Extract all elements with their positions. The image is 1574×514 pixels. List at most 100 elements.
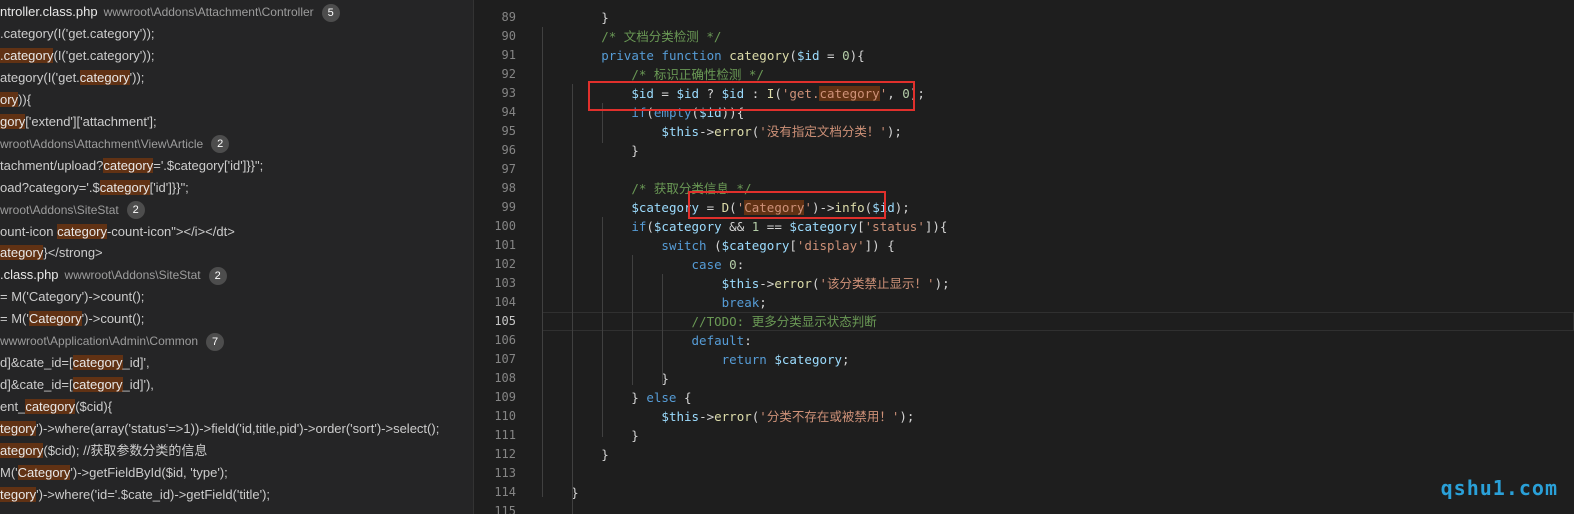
match-highlight: ategory xyxy=(0,443,44,458)
match-highlight: category xyxy=(72,355,123,371)
line-number: 114 xyxy=(494,485,516,499)
code-line[interactable]: } xyxy=(541,141,639,160)
match-highlight: gory xyxy=(0,113,26,129)
match-highlight: tegory xyxy=(0,486,37,502)
annotation-box-line-99 xyxy=(688,191,886,219)
match-text-after: _id]', xyxy=(122,355,150,371)
match-text-after: ')->where(array('status'=>1))->field('id… xyxy=(36,421,440,437)
search-result-match[interactable]: = M('Category')->count(); xyxy=(0,286,144,308)
search-result-match[interactable]: tegory')->where('id='.$cate_id)->getFiel… xyxy=(0,484,270,506)
line-number: 102 xyxy=(494,257,516,271)
search-result-file[interactable]: ntroller.class.php wwwroot\Addons\Attachm… xyxy=(0,1,340,23)
line-number: 104 xyxy=(494,295,516,309)
match-text-after: ')->count(); xyxy=(81,311,145,327)
match-text-after: }</strong> xyxy=(43,245,103,261)
match-text-before: tachment/upload? xyxy=(0,157,104,173)
search-result-match[interactable]: tachment/upload?category='.$category['id… xyxy=(0,155,263,177)
search-result-match[interactable]: M('Category')->getFieldById($id, 'type')… xyxy=(0,462,228,484)
match-highlight: category xyxy=(25,399,76,415)
match-highlight: category xyxy=(99,179,150,195)
result-file-name: ntroller.class.php xyxy=(0,4,98,19)
match-text-after: _id]'), xyxy=(122,377,154,393)
search-results-panel[interactable]: ntroller.class.php wwwroot\Addons\Attachm… xyxy=(0,0,473,514)
match-count-badge: 2 xyxy=(126,201,145,220)
code-editor[interactable]: 89 90 91 92 93 94 95 96 97 98 99 100 101 102 103 104 105… xyxy=(474,0,1574,514)
line-number: 100 xyxy=(494,219,516,233)
match-text-after: ['id']}}"; xyxy=(149,179,189,195)
search-result-match[interactable]: .category(I('get.category')); xyxy=(0,45,155,67)
match-highlight: category xyxy=(103,157,154,173)
match-highlight: ategory xyxy=(0,245,44,261)
search-result-match[interactable]: oad?category='.$category['id']}}"; xyxy=(0,177,189,199)
match-text-after: ['extend']['attachment']; xyxy=(25,113,157,129)
match-text-before: M(' xyxy=(0,464,18,480)
search-result-match[interactable]: gory['extend']['attachment']; xyxy=(0,111,157,133)
code-line[interactable]: } xyxy=(541,426,639,445)
annotation-box-line-93 xyxy=(588,81,915,111)
search-result-match[interactable]: = M('Category')->count(); xyxy=(0,308,144,330)
search-result-match[interactable]: d]&cate_id=[category_id]', xyxy=(0,352,150,374)
line-number: 108 xyxy=(494,371,516,385)
search-result-match[interactable]: ount-icon category-count-icon"></i></dt> xyxy=(0,221,235,243)
watermark: qshu1.com xyxy=(1440,476,1558,500)
match-count-badge: 2 xyxy=(208,266,227,285)
app-window: ntroller.class.php wwwroot\Addons\Attachm… xyxy=(0,0,1574,514)
result-file-path: wwwroot\Addons\SiteStat xyxy=(64,268,201,283)
search-result-match[interactable]: ategory}</strong> xyxy=(0,242,103,264)
search-result-match[interactable]: ategory($cid); //获取参数分类的信息 xyxy=(0,440,207,462)
code-line[interactable]: //TODO: 更多分类显示状态判断 xyxy=(541,312,877,331)
line-number: 103 xyxy=(494,276,516,290)
match-text-after: .category(I('get.category')); xyxy=(0,25,155,41)
match-text-before: = M('Category')->count(); xyxy=(0,289,145,305)
search-result-match[interactable]: d]&cate_id=[category_id]'), xyxy=(0,374,154,396)
match-text-after: ')->where('id='.$cate_id)->getField('tit… xyxy=(36,486,271,502)
code-line[interactable]: } xyxy=(541,445,609,464)
code-line[interactable]: /* 文档分类检测 */ xyxy=(541,27,721,46)
code-line[interactable]: switch ($category['display']) { xyxy=(541,236,894,255)
search-result-match[interactable]: ategory(I('get.category')); xyxy=(0,67,144,89)
line-number-gutter: 89 90 91 92 93 94 95 96 97 98 99 100 101 102 103 104 105… xyxy=(474,0,522,514)
indent-guide xyxy=(662,274,663,384)
line-number: 115 xyxy=(494,504,516,514)
search-result-file[interactable]: wwwroot\Application\Admin\Common 7 xyxy=(0,330,225,352)
line-number: 95 xyxy=(501,124,516,138)
result-file-path: wroot\Addons\Attachment\View\Article xyxy=(0,136,204,151)
match-text-before: ategory(I('get. xyxy=(0,69,80,85)
line-number: 91 xyxy=(501,48,516,62)
match-text-after: (I('get.category')); xyxy=(53,47,155,63)
search-result-match[interactable]: ory)){ xyxy=(0,89,31,111)
code-line[interactable]: } xyxy=(541,369,669,388)
search-result-match[interactable]: tegory')->where(array('status'=>1))->fie… xyxy=(0,418,439,440)
line-number: 112 xyxy=(494,447,516,461)
match-text-after: ')); xyxy=(129,69,145,85)
code-line[interactable]: return $category; xyxy=(541,350,850,369)
code-line[interactable]: break; xyxy=(541,293,767,312)
line-number: 106 xyxy=(494,333,516,347)
indent-guide xyxy=(542,27,543,497)
result-file-path: wwwroot\Application\Admin\Common xyxy=(0,334,199,349)
search-result-file[interactable]: wroot\Addons\Attachment\View\Article 2 xyxy=(0,133,230,155)
search-result-match[interactable]: .category(I('get.category')); xyxy=(0,23,155,45)
match-text-after: )){ xyxy=(18,91,32,107)
match-highlight: tegory xyxy=(0,421,37,437)
match-highlight: category xyxy=(79,69,130,85)
search-result-match[interactable]: ent_category($cid){ xyxy=(0,396,112,418)
line-number: 110 xyxy=(494,409,516,423)
line-number: 109 xyxy=(494,390,516,404)
line-number: 98 xyxy=(501,181,516,195)
match-count-badge: 5 xyxy=(321,3,340,22)
match-highlight: Category xyxy=(28,311,82,327)
search-result-file[interactable]: wroot\Addons\SiteStat 2 xyxy=(0,199,145,221)
code-line[interactable]: $this->error('没有指定文档分类！'); xyxy=(541,122,902,141)
code-line[interactable]: } else { xyxy=(541,388,691,407)
match-text-before: ount-icon xyxy=(0,223,58,239)
code-line[interactable]: $this->error('分类不存在或被禁用！'); xyxy=(541,407,914,426)
code-line[interactable]: private function category($id = 0){ xyxy=(541,46,864,65)
result-file-path: wwwroot\Addons\Attachment\Controller xyxy=(103,5,314,19)
code-line[interactable]: } xyxy=(541,8,609,27)
line-number: 111 xyxy=(494,428,516,442)
match-text-after: ='.$category['id']}}"; xyxy=(153,157,264,173)
search-result-file[interactable]: .class.php wwwroot\Addons\SiteStat 2 xyxy=(0,264,227,286)
match-highlight: category xyxy=(72,377,123,393)
match-text-after: ')->getFieldById($id, 'type'); xyxy=(70,464,228,480)
